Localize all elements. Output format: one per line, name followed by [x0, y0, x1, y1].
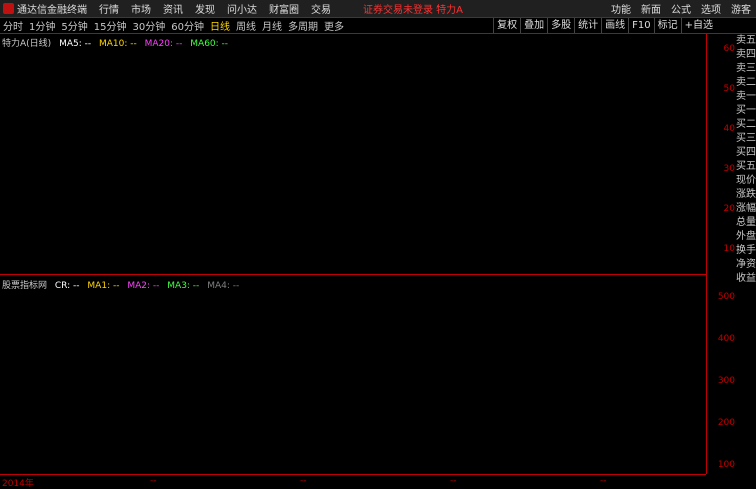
panel-divider — [0, 274, 706, 275]
quote-label: 总量 — [736, 217, 756, 228]
tool-f10[interactable]: F10 — [628, 18, 653, 33]
legend-cr-ma2: MA2: -- — [127, 281, 160, 291]
right-menu: 功能 新面 公式 选项 游客 — [606, 0, 756, 17]
tool-add-watchlist[interactable]: +自选 — [680, 18, 716, 33]
quote-panel: 卖五 卖四 卖三 卖二 卖一 买一 买二 买三 买四 买五 现价 涨跌 涨幅 总… — [736, 34, 756, 487]
menu-guest[interactable]: 游客 — [731, 1, 751, 16]
period-daily[interactable]: 日线 — [210, 18, 230, 33]
menu-discover[interactable]: 发现 — [195, 1, 215, 16]
legend-ma60: MA60: -- — [190, 39, 229, 49]
quote-label: 卖四 — [736, 49, 756, 60]
period-1min[interactable]: 1分钟 — [29, 18, 55, 33]
period-toolbar: 分时 1分钟 5分钟 15分钟 30分钟 60分钟 日线 周线 月线 多周期 更… — [0, 18, 756, 34]
date-tick: -- — [600, 476, 607, 486]
menu-formula[interactable]: 公式 — [671, 1, 691, 16]
price-tick: 60 — [723, 44, 735, 54]
tool-overlay[interactable]: 叠加 — [520, 18, 547, 33]
quote-label: 收益 — [736, 273, 756, 284]
quote-label: 换手 — [736, 245, 756, 256]
date-axis: 2014年 -- -- -- -- — [0, 474, 706, 489]
chart-tools: 复权 叠加 多股 统计 画线 F10 标记 +自选 — [493, 18, 716, 33]
main-legend-title: 特力A(日线) — [2, 39, 52, 49]
quote-label: 卖二 — [736, 77, 756, 88]
period-weekly[interactable]: 周线 — [236, 18, 256, 33]
period-monthly[interactable]: 月线 — [262, 18, 282, 33]
legend-cr-ma1: MA1: -- — [87, 281, 120, 291]
menu-options[interactable]: 选项 — [701, 1, 721, 16]
quote-label: 买四 — [736, 147, 756, 158]
price-tick: 50 — [723, 84, 735, 94]
menu-function[interactable]: 功能 — [611, 1, 631, 16]
menu-trade[interactable]: 交易 — [311, 1, 331, 16]
quote-label: 买五 — [736, 161, 756, 172]
legend-ma5: MA5: -- — [59, 39, 92, 49]
legend-cr: CR: -- — [54, 281, 80, 291]
tool-rights[interactable]: 复权 — [493, 18, 520, 33]
menu-news[interactable]: 资讯 — [163, 1, 183, 16]
quote-label: 卖三 — [736, 63, 756, 74]
app-logo-icon — [3, 3, 14, 14]
period-timeshare[interactable]: 分时 — [3, 18, 23, 33]
kline-chart-area[interactable]: 特力A(日线) MA5: -- MA10: -- MA20: -- MA60: … — [0, 34, 706, 474]
quote-label: 买三 — [736, 133, 756, 144]
menu-market[interactable]: 市场 — [131, 1, 151, 16]
tool-multi-stock[interactable]: 多股 — [547, 18, 574, 33]
quote-label: 现价 — [736, 175, 756, 186]
quote-label: 买二 — [736, 119, 756, 130]
legend-cr-ma3: MA3: -- — [167, 281, 200, 291]
period-multi[interactable]: 多周期 — [288, 18, 318, 33]
price-tick: 30 — [723, 164, 735, 174]
quote-label: 外盘 — [736, 231, 756, 242]
period-5min[interactable]: 5分钟 — [61, 18, 87, 33]
sub-legend: 股票指标网 CR: -- MA1: -- MA2: -- MA3: -- MA4… — [2, 278, 244, 291]
date-tick: 2014年 — [2, 479, 34, 489]
menu-wealth[interactable]: 财富圈 — [269, 1, 299, 16]
price-tick: 10 — [723, 244, 735, 254]
date-tick: -- — [450, 476, 457, 486]
quote-label: 买一 — [736, 105, 756, 116]
quote-label: 净资 — [736, 259, 756, 270]
date-tick: -- — [300, 476, 307, 486]
price-tick: 20 — [723, 204, 735, 214]
cr-tick: 500 — [717, 292, 735, 302]
legend-cr-ma4: MA4: -- — [207, 281, 240, 291]
menu-bar: 通达信金融终端 行情 市场 资讯 发现 问小达 财富圈 交易 证券交易未登录 特… — [0, 0, 756, 18]
cr-tick: 300 — [717, 376, 735, 386]
main-legend: 特力A(日线) MA5: -- MA10: -- MA20: -- MA60: … — [2, 36, 233, 49]
cr-tick: 200 — [717, 418, 735, 428]
price-axis: 60 50 40 30 20 10 500 400 300 200 100 — [706, 34, 737, 474]
tool-stats[interactable]: 统计 — [574, 18, 601, 33]
menu-new-page[interactable]: 新面 — [641, 1, 661, 16]
tool-draw[interactable]: 画线 — [601, 18, 628, 33]
tool-mark[interactable]: 标记 — [653, 18, 681, 33]
date-tick: -- — [150, 476, 157, 486]
period-30min[interactable]: 30分钟 — [132, 18, 165, 33]
menu-ask[interactable]: 问小达 — [227, 1, 257, 16]
quote-label: 涨跌 — [736, 189, 756, 200]
menu-quotes[interactable]: 行情 — [99, 1, 119, 16]
period-15min[interactable]: 15分钟 — [94, 18, 127, 33]
legend-ma20: MA20: -- — [144, 39, 183, 49]
period-more[interactable]: 更多 — [324, 18, 344, 33]
period-60min[interactable]: 60分钟 — [171, 18, 204, 33]
cr-tick: 400 — [717, 334, 735, 344]
quote-label: 涨幅 — [736, 203, 756, 214]
quote-label: 卖五 — [736, 35, 756, 46]
cr-tick: 100 — [717, 460, 735, 470]
quote-label: 卖一 — [736, 91, 756, 102]
login-alert: 证券交易未登录 特力A — [363, 5, 464, 16]
app-window: 通达信金融终端 行情 市场 资讯 发现 问小达 财富圈 交易 证券交易未登录 特… — [0, 0, 756, 489]
price-tick: 40 — [723, 124, 735, 134]
sub-legend-title: 股票指标网 — [2, 281, 48, 291]
legend-ma10: MA10: -- — [98, 39, 137, 49]
app-title: 通达信金融终端 — [17, 5, 87, 16]
